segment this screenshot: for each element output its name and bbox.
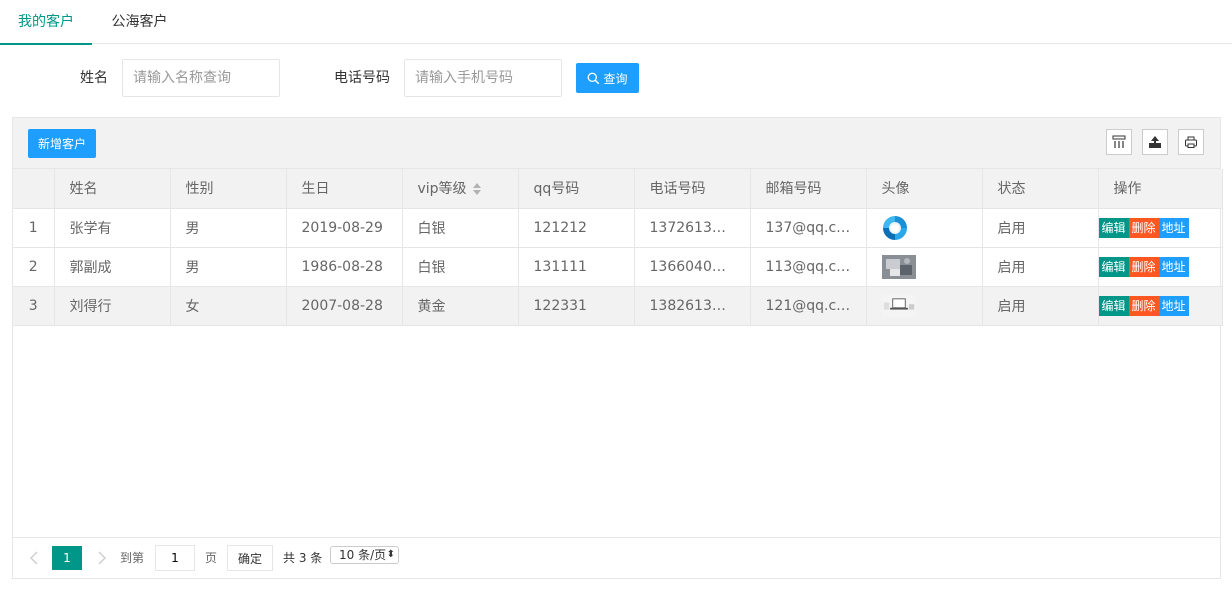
search-button-label: 查询 bbox=[603, 71, 628, 86]
address-button[interactable]: 地址 bbox=[1158, 295, 1189, 316]
name-search-input[interactable] bbox=[122, 59, 280, 97]
phone-label: 电话号码 bbox=[334, 70, 390, 86]
edit-button[interactable]: 编辑 bbox=[1098, 217, 1129, 238]
customer-table: 姓名 性别 生日 vip等级 qq号码 电话号码 邮箱号码 头像 状态 操作 1… bbox=[13, 169, 1223, 326]
cell-qq: 121212 bbox=[518, 208, 635, 248]
header-birthday: 生日 bbox=[286, 169, 403, 209]
table-toolbar: 新增客户 bbox=[13, 118, 1220, 169]
cell-actions: 编辑 删除 地址 bbox=[1098, 286, 1223, 326]
header-email: 邮箱号码 bbox=[750, 169, 867, 209]
cell-email: 137@qq.com bbox=[750, 208, 867, 248]
chevron-left-icon[interactable] bbox=[27, 548, 41, 568]
sort-icon[interactable] bbox=[472, 183, 481, 196]
laptop-avatar bbox=[881, 294, 916, 317]
address-button[interactable]: 地址 bbox=[1158, 256, 1189, 277]
header-phone: 电话号码 bbox=[634, 169, 751, 209]
add-customer-button[interactable]: 新增客户 bbox=[28, 129, 96, 158]
address-button[interactable]: 地址 bbox=[1158, 217, 1189, 238]
header-qq: qq号码 bbox=[518, 169, 635, 209]
tab-bar: 我的客户 公海客户 bbox=[0, 0, 1232, 45]
table-row[interactable]: 3 刘得行 女 2007-08-28 黄金 122331 138261338… … bbox=[13, 286, 1223, 326]
cell-avatar bbox=[866, 286, 983, 326]
search-icon bbox=[588, 72, 600, 84]
cell-avatar bbox=[866, 247, 983, 287]
header-index bbox=[13, 169, 55, 209]
cell-avatar bbox=[866, 208, 983, 248]
edit-button[interactable]: 编辑 bbox=[1098, 295, 1129, 316]
tab-my-customers[interactable]: 我的客户 bbox=[0, 0, 92, 45]
chevron-right-icon[interactable] bbox=[95, 548, 109, 568]
cell-vip: 白银 bbox=[402, 247, 519, 287]
page-size-select[interactable]: 10 条/页 bbox=[330, 546, 399, 564]
export-icon[interactable] bbox=[1142, 129, 1168, 155]
table-row[interactable]: 1 张学有 男 2019-08-29 白银 121212 137261338… … bbox=[13, 208, 1223, 248]
columns-filter-icon[interactable] bbox=[1106, 129, 1132, 155]
delete-button[interactable]: 删除 bbox=[1128, 256, 1159, 277]
pagination: 1 到第 页 确定 共 3 条 10 条/页 bbox=[13, 537, 1220, 579]
cell-birthday: 2007-08-28 bbox=[286, 286, 403, 326]
cell-status: 启用 bbox=[982, 208, 1099, 248]
cell-name: 张学有 bbox=[54, 208, 171, 248]
goto-label: 到第 bbox=[120, 551, 145, 565]
goto-page-input[interactable] bbox=[155, 545, 195, 571]
goto-confirm-button[interactable]: 确定 bbox=[227, 545, 273, 571]
cell-gender: 男 bbox=[170, 247, 287, 287]
header-actions: 操作 bbox=[1098, 169, 1223, 209]
edit-button[interactable]: 编辑 bbox=[1098, 256, 1129, 277]
cell-name: 郭副成 bbox=[54, 247, 171, 287]
cell-gender: 男 bbox=[170, 208, 287, 248]
row-index: 3 bbox=[13, 286, 55, 326]
header-avatar: 头像 bbox=[866, 169, 983, 209]
customer-table-panel: 新增客户 姓名 性别 生日 vip等级 qq号码 电话号码 邮箱号码 头像 状态… bbox=[12, 117, 1223, 579]
cell-phone: 136604009… bbox=[634, 247, 751, 287]
page-current[interactable]: 1 bbox=[52, 546, 82, 570]
cell-gender: 女 bbox=[170, 286, 287, 326]
header-gender: 性别 bbox=[170, 169, 287, 209]
name-label: 姓名 bbox=[80, 70, 108, 86]
header-vip[interactable]: vip等级 bbox=[402, 169, 519, 209]
search-button[interactable]: 查询 bbox=[576, 63, 639, 93]
cell-birthday: 2019-08-29 bbox=[286, 208, 403, 248]
table-row[interactable]: 2 郭副成 男 1986-08-28 白银 131111 136604009… … bbox=[13, 247, 1223, 287]
total-count: 共 3 条 bbox=[283, 551, 323, 565]
header-name: 姓名 bbox=[54, 169, 171, 209]
cell-actions: 编辑 删除 地址 bbox=[1098, 208, 1223, 248]
header-status: 状态 bbox=[982, 169, 1099, 209]
print-icon[interactable] bbox=[1178, 129, 1204, 155]
delete-button[interactable]: 删除 bbox=[1128, 217, 1159, 238]
cell-birthday: 1986-08-28 bbox=[286, 247, 403, 287]
phone-search-input[interactable] bbox=[404, 59, 562, 97]
page-unit-label: 页 bbox=[205, 551, 218, 565]
cell-email: 113@qq.com bbox=[750, 247, 867, 287]
cell-email: 121@qq.com bbox=[750, 286, 867, 326]
swirl-logo-avatar bbox=[882, 215, 907, 240]
cell-name: 刘得行 bbox=[54, 286, 171, 326]
cell-phone: 138261338… bbox=[634, 286, 751, 326]
table-header-row: 姓名 性别 生日 vip等级 qq号码 电话号码 邮箱号码 头像 状态 操作 bbox=[13, 169, 1223, 209]
cell-status: 启用 bbox=[982, 286, 1099, 326]
tab-public-customers[interactable]: 公海客户 bbox=[92, 0, 187, 44]
row-index: 1 bbox=[13, 208, 55, 248]
cell-qq: 122331 bbox=[518, 286, 635, 326]
photo-avatar bbox=[881, 254, 916, 279]
cell-vip: 白银 bbox=[402, 208, 519, 248]
cell-phone: 137261338… bbox=[634, 208, 751, 248]
delete-button[interactable]: 删除 bbox=[1128, 295, 1159, 316]
cell-actions: 编辑 删除 地址 bbox=[1098, 247, 1223, 287]
cell-status: 启用 bbox=[982, 247, 1099, 287]
cell-qq: 131111 bbox=[518, 247, 635, 287]
row-index: 2 bbox=[13, 247, 55, 287]
cell-vip: 黄金 bbox=[402, 286, 519, 326]
header-vip-label: vip等级 bbox=[417, 181, 467, 198]
